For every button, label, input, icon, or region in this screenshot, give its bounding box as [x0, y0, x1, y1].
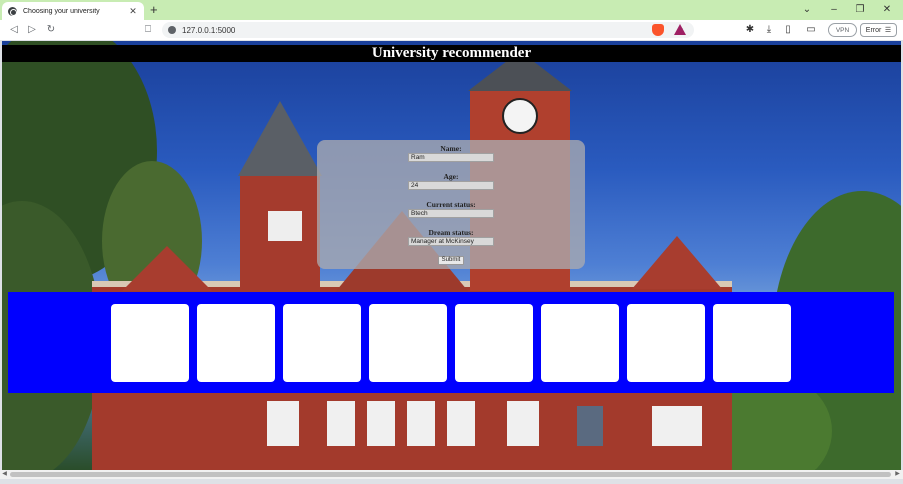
- university-card[interactable]: [283, 304, 361, 382]
- reload-button[interactable]: ↻: [44, 23, 58, 37]
- page-viewport: University recommender Name: Ram Age: 24…: [2, 41, 901, 470]
- university-card[interactable]: [197, 304, 275, 382]
- bookmark-icon[interactable]: ⎕: [141, 23, 155, 37]
- submit-button[interactable]: Submit: [438, 256, 464, 265]
- window-bottom-border: [0, 479, 903, 484]
- wallet-icon[interactable]: ▭: [804, 23, 818, 37]
- back-button[interactable]: ◁: [7, 23, 21, 37]
- tab-title: Choosing your university: [23, 7, 100, 15]
- minimize-button[interactable]: –: [827, 3, 841, 17]
- url-text[interactable]: 127.0.0.1:5000: [182, 26, 648, 35]
- dream-status-input[interactable]: Manager at McKinsey: [408, 237, 494, 246]
- maximize-button[interactable]: ❐: [853, 3, 867, 17]
- scroll-left-icon[interactable]: ◀: [0, 470, 9, 479]
- university-card[interactable]: [369, 304, 447, 382]
- university-card[interactable]: [713, 304, 791, 382]
- age-input[interactable]: 24: [408, 181, 494, 190]
- error-menu-button[interactable]: Error ☰: [860, 23, 897, 37]
- university-card[interactable]: [541, 304, 619, 382]
- scrollbar-thumb[interactable]: [10, 472, 891, 477]
- name-label: Name:: [440, 144, 462, 153]
- globe-icon: [8, 6, 17, 16]
- menu-icon: ☰: [884, 27, 892, 34]
- browser-titlebar: Choosing your university ✕ + ⌄ – ❐ ✕: [0, 0, 903, 20]
- scroll-right-icon[interactable]: ▶: [893, 470, 902, 479]
- downloads-icon[interactable]: ⤓: [762, 23, 776, 37]
- tab-search-chevron-icon[interactable]: ⌄: [800, 3, 814, 17]
- extensions-icon[interactable]: ✱: [743, 23, 757, 37]
- browser-toolbar: ◁ ▷ ↻ ⎕ 127.0.0.1:5000 ⌕ ⇪ ✱ ⤓ ▯ ▭ VPN E…: [0, 20, 903, 40]
- error-label: Error: [865, 26, 882, 34]
- university-card[interactable]: [627, 304, 705, 382]
- dream-status-label: Dream status:: [428, 228, 474, 237]
- close-window-button[interactable]: ✕: [880, 3, 894, 17]
- new-tab-button[interactable]: +: [150, 3, 158, 17]
- sidebar-icon[interactable]: ▯: [781, 23, 795, 37]
- recommendation-form: Name: Ram Age: 24 Current status: Btech …: [317, 140, 585, 269]
- current-status-label: Current status:: [426, 200, 476, 209]
- results-panel: [8, 292, 894, 393]
- name-input[interactable]: Ram: [408, 153, 494, 162]
- university-card[interactable]: [455, 304, 533, 382]
- address-bar[interactable]: 127.0.0.1:5000 ⌕ ⇪: [162, 22, 694, 38]
- vpn-label: VPN: [835, 26, 850, 34]
- tab-close-icon[interactable]: ✕: [128, 6, 138, 17]
- forward-button[interactable]: ▷: [25, 23, 39, 37]
- brave-shields-icon[interactable]: [652, 24, 664, 36]
- age-label: Age:: [443, 172, 459, 181]
- page-title: University recommender: [2, 45, 901, 62]
- site-info-icon[interactable]: [168, 26, 176, 34]
- university-card[interactable]: [111, 304, 189, 382]
- horizontal-scrollbar[interactable]: ◀ ▶: [0, 470, 903, 479]
- vpn-button[interactable]: VPN: [828, 23, 857, 37]
- browser-tab[interactable]: Choosing your university ✕: [2, 2, 144, 20]
- current-status-input[interactable]: Btech: [408, 209, 494, 218]
- brave-rewards-icon[interactable]: [674, 24, 686, 35]
